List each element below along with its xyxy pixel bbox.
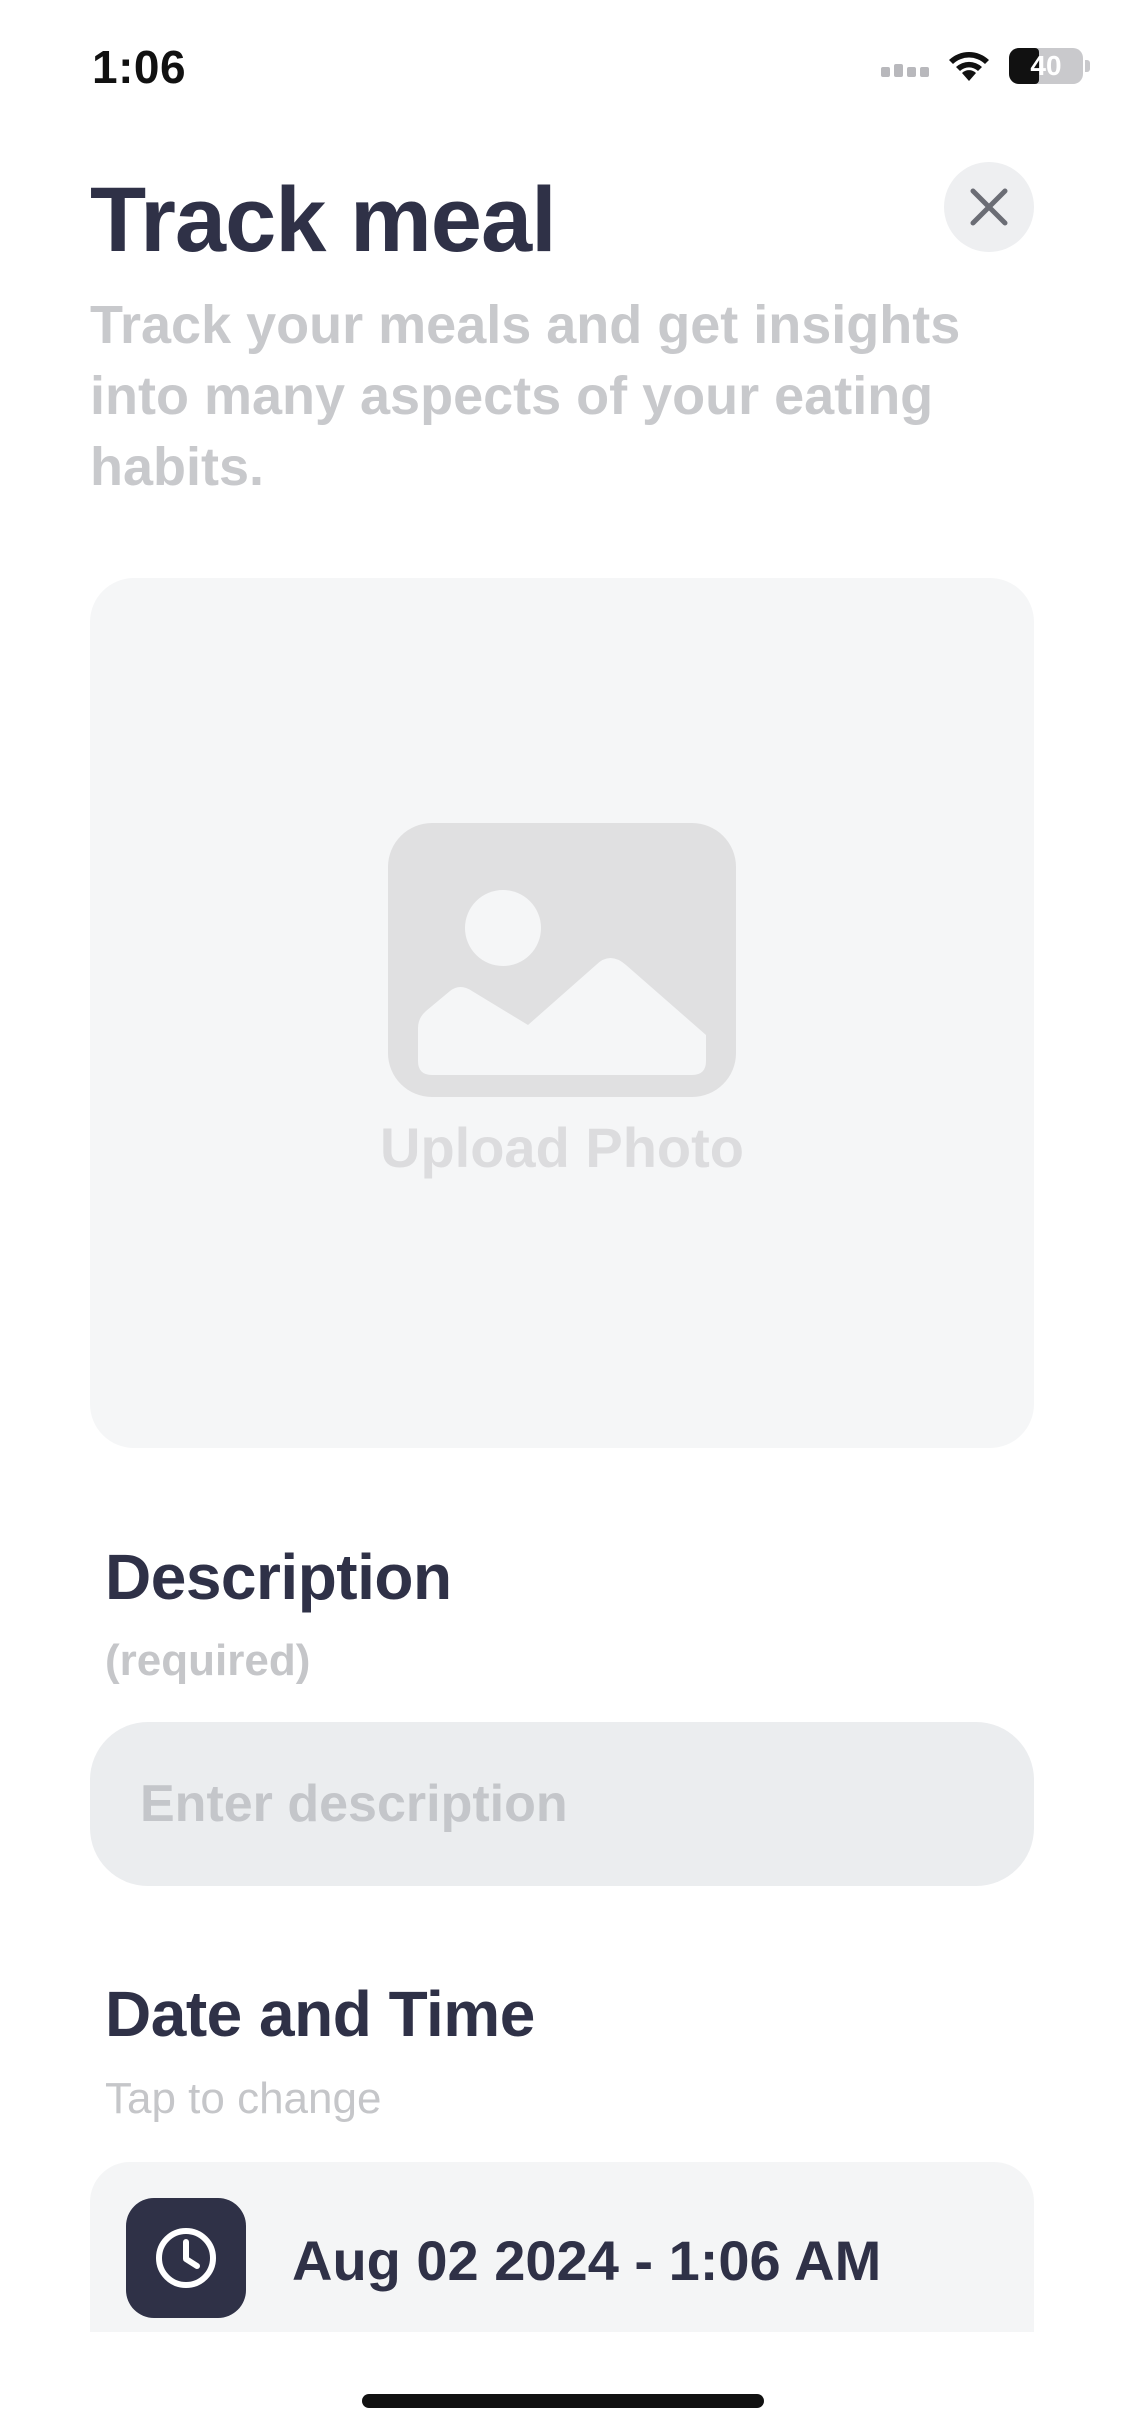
cellular-signal-icon xyxy=(881,55,929,77)
description-placeholder: Enter description xyxy=(140,1775,568,1833)
wifi-icon xyxy=(949,52,989,81)
status-time: 1:06 xyxy=(92,41,187,93)
description-input[interactable]: Enter description xyxy=(90,1722,1034,1886)
page-title: Track meal xyxy=(90,169,557,271)
date-time-hint: Tap to change xyxy=(105,2074,382,2123)
home-indicator[interactable] xyxy=(362,2394,764,2408)
page-subtitle: Track your meals and get insights into m… xyxy=(90,295,961,497)
battery-level-text: 40 xyxy=(1030,50,1062,81)
upload-photo-button[interactable]: Upload Photo xyxy=(90,578,1034,1448)
status-indicators: 40 xyxy=(881,48,1090,84)
close-button[interactable] xyxy=(944,162,1034,252)
clock-icon xyxy=(156,2228,216,2288)
date-time-heading: Date and Time xyxy=(105,1978,535,2050)
clock-icon-box xyxy=(126,2198,246,2318)
upload-photo-label: Upload Photo xyxy=(380,1116,744,1179)
date-time-picker[interactable]: Aug 02 2024 - 1:06 AM xyxy=(90,2162,1034,2332)
description-heading: Description xyxy=(105,1541,452,1613)
track-meal-screen: 1:06 40 Track meal Track your meals and … xyxy=(0,0,1125,2436)
image-placeholder-icon xyxy=(388,823,736,1097)
battery-icon: 40 xyxy=(1009,48,1090,84)
date-time-value: Aug 02 2024 - 1:06 AM xyxy=(292,2229,882,2292)
close-icon xyxy=(970,188,1008,226)
description-required-note: (required) xyxy=(105,1636,311,1685)
